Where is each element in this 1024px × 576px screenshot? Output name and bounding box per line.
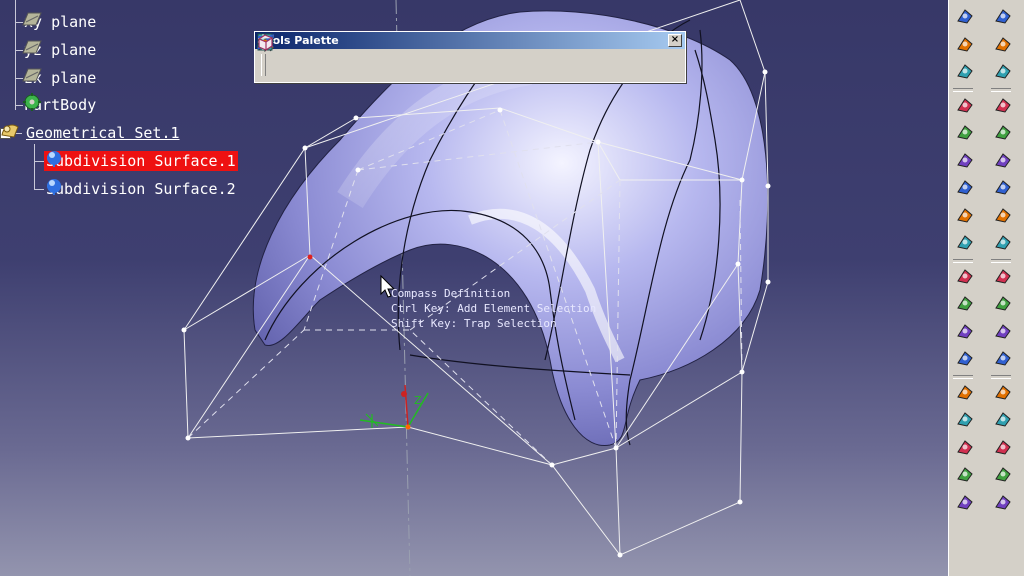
xyz-axis-icon[interactable] bbox=[953, 93, 977, 117]
bell-icon[interactable] bbox=[991, 4, 1015, 28]
tree-item-xy-plane[interactable]: xy plane bbox=[22, 10, 98, 34]
tree-item-subdivision-surface-2[interactable]: Subdivision Surface.2 bbox=[44, 177, 238, 201]
sphere-blue-icon[interactable] bbox=[953, 380, 977, 404]
surface-icon bbox=[47, 151, 61, 167]
shape-icon[interactable] bbox=[991, 291, 1015, 315]
measure-icon[interactable] bbox=[953, 462, 977, 486]
cube-icon[interactable] bbox=[953, 264, 977, 288]
frame-icon[interactable] bbox=[953, 291, 977, 315]
arc-icon[interactable] bbox=[256, 41, 476, 76]
bend-icon[interactable] bbox=[991, 346, 1015, 370]
hand-icon[interactable] bbox=[991, 490, 1015, 514]
tree-item-subdivision-surface-1[interactable]: Subdivision Surface.1 bbox=[44, 149, 238, 173]
curve-icon[interactable] bbox=[991, 175, 1015, 199]
toolbar-separator bbox=[991, 87, 1011, 92]
tree-item-geometrical-set[interactable]: − Geometrical Set.1 bbox=[0, 121, 182, 145]
select-icon[interactable] bbox=[257, 34, 424, 76]
toolbar-separator bbox=[991, 374, 1011, 379]
cube-outline-icon[interactable] bbox=[991, 32, 1015, 56]
surface-blue-icon[interactable] bbox=[991, 120, 1015, 144]
tooltip-line: Compass Definition bbox=[391, 287, 511, 300]
gear-icon bbox=[23, 93, 41, 111]
compass-z-label: Z bbox=[414, 394, 422, 407]
right-toolbar bbox=[948, 0, 1024, 576]
dots-icon[interactable] bbox=[991, 407, 1015, 431]
magic-icon[interactable] bbox=[953, 120, 977, 144]
droplet-icon[interactable] bbox=[953, 319, 977, 343]
sphere-icon[interactable] bbox=[953, 148, 977, 172]
compass-icon[interactable] bbox=[359, 384, 429, 430]
surface-icon bbox=[47, 179, 61, 195]
globe-icon[interactable] bbox=[953, 435, 977, 459]
translate-icon[interactable] bbox=[256, 34, 372, 76]
tree-item-zx-plane[interactable]: zx plane bbox=[22, 66, 98, 90]
point-icon[interactable] bbox=[262, 39, 580, 76]
compass-icon[interactable] bbox=[953, 490, 977, 514]
face-icon[interactable] bbox=[953, 230, 977, 254]
compass-icon[interactable] bbox=[257, 34, 294, 76]
sphere-red-icon[interactable] bbox=[953, 346, 977, 370]
arc-icon[interactable] bbox=[991, 148, 1015, 172]
geometrical-set-icon bbox=[1, 124, 19, 138]
vertex-icon[interactable] bbox=[256, 33, 320, 76]
toolbar-separator bbox=[953, 258, 973, 263]
axis-icon[interactable] bbox=[257, 34, 346, 76]
toolbar-grip[interactable] bbox=[261, 54, 266, 76]
cubes-icon[interactable] bbox=[991, 59, 1015, 83]
box-icon[interactable] bbox=[991, 435, 1015, 459]
extrude-icon[interactable] bbox=[991, 93, 1015, 117]
plane-icon bbox=[22, 12, 42, 26]
select-arrow-icon[interactable] bbox=[953, 32, 977, 56]
cursor-icon[interactable] bbox=[953, 4, 977, 28]
tools-palette[interactable]: Tools Palette × bbox=[254, 31, 686, 83]
check-icon[interactable] bbox=[953, 203, 977, 227]
rotate-icon[interactable] bbox=[258, 37, 398, 76]
grid-icon[interactable] bbox=[991, 203, 1015, 227]
surface-icon[interactable] bbox=[256, 37, 528, 76]
stack-icon[interactable] bbox=[953, 407, 977, 431]
curve-blue-icon[interactable] bbox=[991, 264, 1015, 288]
tree-item-partbody[interactable]: PartBody bbox=[22, 93, 98, 117]
tooltip-line: Ctrl Key: Add Element Selection bbox=[391, 302, 597, 315]
table-icon[interactable] bbox=[257, 33, 450, 76]
paint-icon[interactable] bbox=[953, 175, 977, 199]
list-icon[interactable] bbox=[953, 59, 977, 83]
net-icon[interactable] bbox=[991, 230, 1015, 254]
box-icon[interactable] bbox=[258, 34, 606, 76]
3d-viewport[interactable]: Z xy plane yz plane zx plane PartBody Ge… bbox=[0, 0, 948, 576]
eye-icon[interactable] bbox=[991, 462, 1015, 486]
tooltip-line: Shift Key: Trap Selection bbox=[391, 317, 557, 330]
toolbar-separator bbox=[953, 87, 973, 92]
line-icon[interactable] bbox=[257, 34, 554, 76]
stack-yellow-icon[interactable] bbox=[991, 319, 1015, 343]
plane-icon bbox=[22, 40, 42, 54]
tree-item-yz-plane[interactable]: yz plane bbox=[22, 38, 98, 62]
shell-icon[interactable] bbox=[991, 380, 1015, 404]
scale-icon[interactable] bbox=[258, 34, 502, 76]
tools-palette-titlebar[interactable]: Tools Palette × bbox=[255, 32, 685, 49]
close-button[interactable]: × bbox=[668, 34, 682, 47]
toolbar-separator bbox=[991, 258, 1011, 263]
toolbar-separator bbox=[953, 374, 973, 379]
tooltip: Compass Definition Ctrl Key: Add Element… bbox=[391, 286, 596, 331]
plane-icon bbox=[22, 68, 42, 82]
